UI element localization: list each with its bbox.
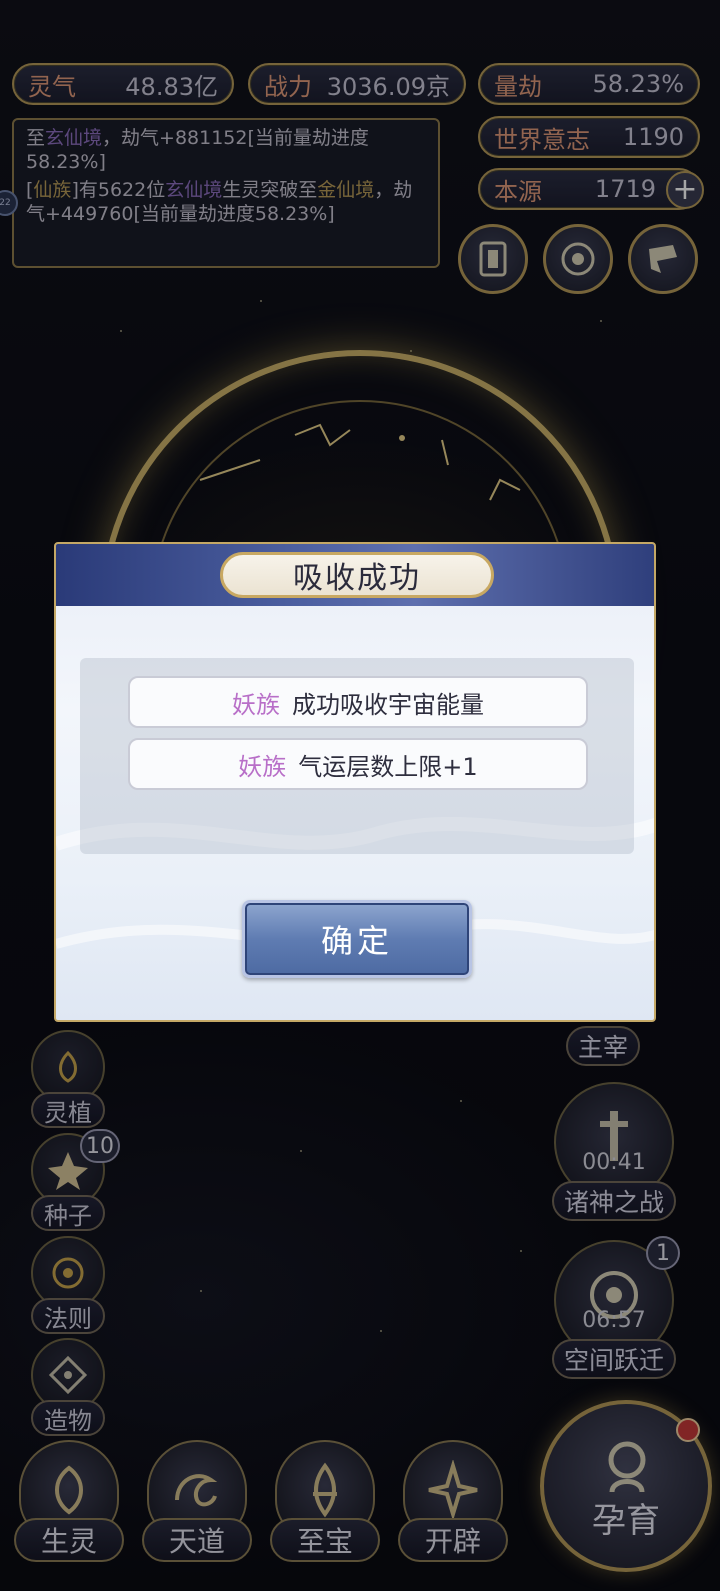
message-text: 气运层数上限+1 [298,752,478,781]
absorb-success-dialog: 吸收成功 妖族 成功吸收宇宙能量 妖族 气运层数上限+1 确定 [54,542,656,1022]
race-name: 妖族 [238,752,287,781]
message-row: 妖族 成功吸收宇宙能量 [128,676,588,728]
race-name: 妖族 [232,690,280,719]
message-panel: 妖族 成功吸收宇宙能量 妖族 气运层数上限+1 [80,658,634,854]
confirm-button[interactable]: 确定 [242,900,472,978]
dialog-title: 吸收成功 [220,552,494,598]
message-text: 成功吸收宇宙能量 [292,690,484,719]
message-row: 妖族 气运层数上限+1 [128,738,588,790]
